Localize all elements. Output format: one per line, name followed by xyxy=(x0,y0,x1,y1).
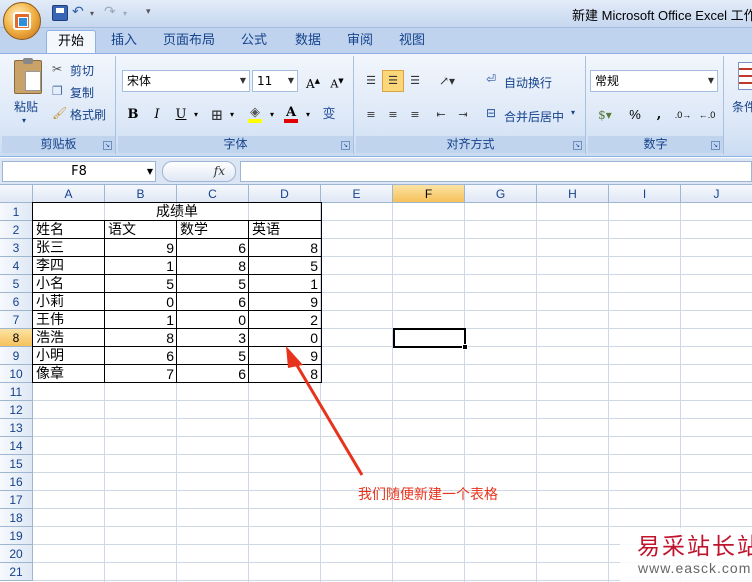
watermark-logo: 易采站长站 xyxy=(637,534,752,560)
office-logo-icon xyxy=(13,12,31,30)
watermark-url: www.easck.com xyxy=(638,560,752,576)
office-button[interactable] xyxy=(3,2,41,40)
annotation-text: 我们随便新建一个表格 xyxy=(358,487,498,503)
